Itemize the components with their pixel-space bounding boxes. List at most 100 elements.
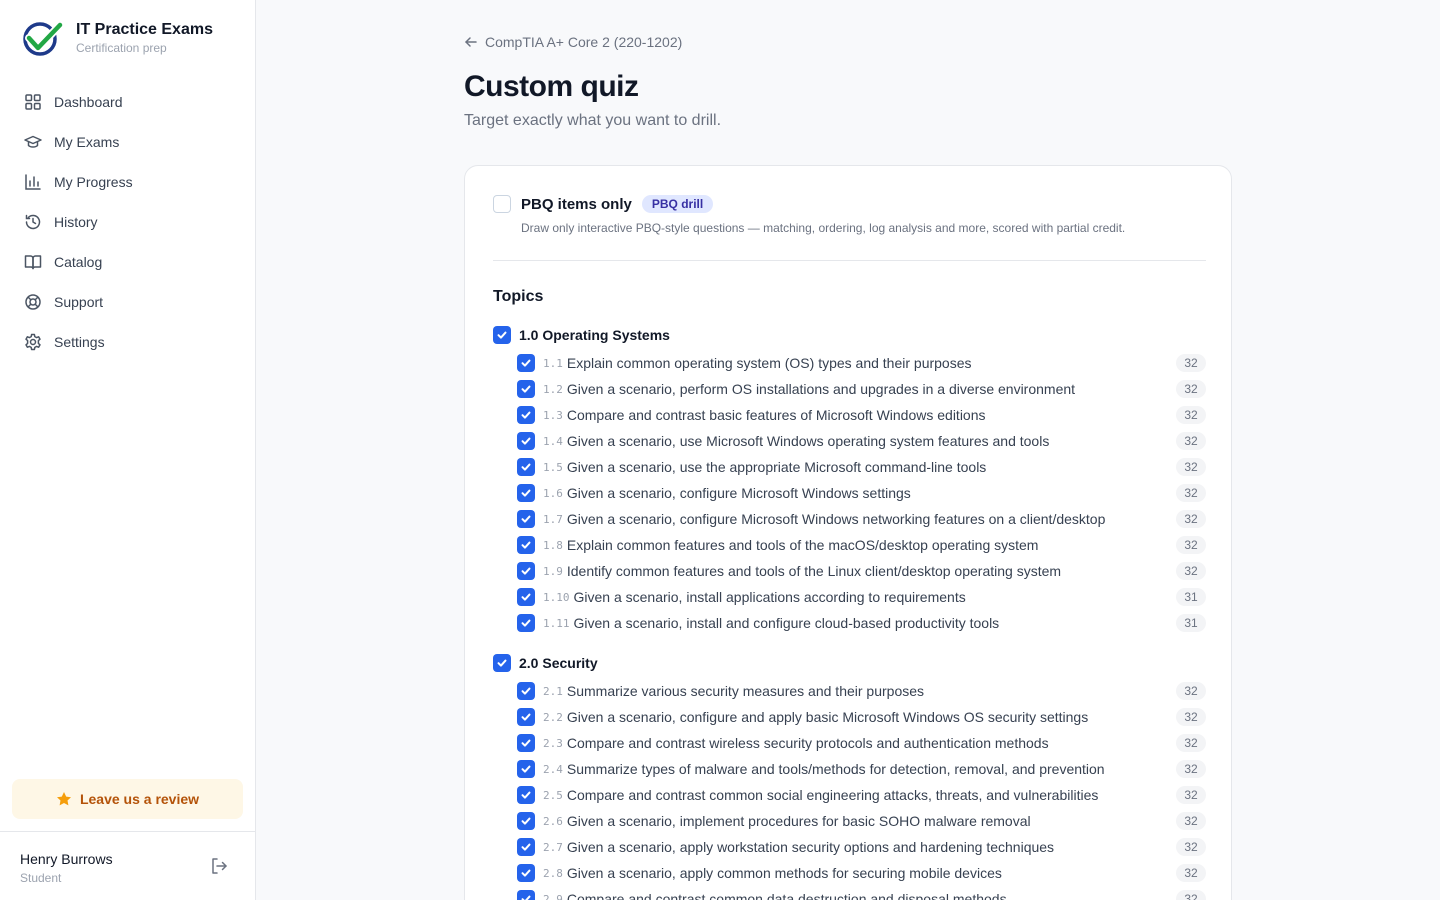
leave-review-button[interactable]: Leave us a review [12, 779, 243, 819]
nav-label: Catalog [54, 254, 103, 270]
subtopic-checkbox[interactable] [517, 458, 535, 476]
subtopic-checkbox[interactable] [517, 838, 535, 856]
subtopic-checkbox[interactable] [517, 588, 535, 606]
nav-label: Dashboard [54, 94, 123, 110]
check-icon [521, 791, 531, 799]
pbq-label: PBQ items only [521, 195, 632, 213]
subtopic-checkbox[interactable] [517, 406, 535, 424]
subtopic-checkbox[interactable] [517, 432, 535, 450]
brand-subtitle: Certification prep [76, 41, 167, 55]
question-count-badge: 32 [1176, 406, 1206, 424]
subtopic-checkbox[interactable] [517, 484, 535, 502]
subtopic-label: Compare and contrast common data destruc… [566, 891, 1007, 900]
question-count-badge: 32 [1176, 432, 1206, 450]
nav-label: Settings [54, 334, 105, 350]
nav-item-history[interactable]: History [12, 202, 244, 242]
pbq-checkbox[interactable] [493, 195, 511, 213]
subtopic-checkbox[interactable] [517, 682, 535, 700]
check-icon [521, 437, 531, 445]
check-icon [497, 659, 507, 667]
nav-item-my-progress[interactable]: My Progress [12, 162, 244, 202]
subtopic-checkbox[interactable] [517, 510, 535, 528]
subtopic-row: 2.6 Given a scenario, implement procedure… [493, 808, 1206, 834]
topic-group-checkbox[interactable] [493, 654, 511, 672]
subtopic-row: 1.2 Given a scenario, perform OS installa… [493, 376, 1206, 402]
subtopic-number: 2.5 [543, 788, 563, 802]
subtopic-row: 1.8 Explain common features and tools of … [493, 532, 1206, 558]
page-title: Custom quiz [464, 70, 639, 103]
user-name: Henry Burrows [20, 851, 113, 867]
subtopic-number: 2.4 [543, 762, 563, 776]
topic-group-checkbox[interactable] [493, 326, 511, 344]
question-count-badge: 32 [1176, 536, 1206, 554]
subtopic-number: 1.3 [543, 408, 563, 422]
brand-title: IT Practice Exams [76, 21, 213, 38]
subtopic-number: 1.8 [543, 538, 563, 552]
book-icon [24, 253, 42, 271]
gear-icon [24, 333, 42, 351]
question-count-badge: 32 [1176, 354, 1206, 372]
nav-item-my-exams[interactable]: My Exams [12, 122, 244, 162]
brand[interactable]: IT Practice Exams Certification prep [20, 20, 213, 56]
subtopic-checkbox[interactable] [517, 614, 535, 632]
subtopic-checkbox[interactable] [517, 734, 535, 752]
topics-list: 1.0 Operating Systems 1.1 Explain common o… [493, 324, 1206, 900]
question-count-badge: 32 [1176, 380, 1206, 398]
subtopic-checkbox[interactable] [517, 380, 535, 398]
check-icon [521, 687, 531, 695]
breadcrumb-back-link[interactable]: CompTIA A+ Core 2 (220-1202) [464, 34, 682, 50]
subtopic-number: 1.11 [543, 616, 570, 630]
check-icon [521, 385, 531, 393]
nav-item-settings[interactable]: Settings [12, 322, 244, 362]
topic-group-label: 1.0 Operating Systems [519, 327, 670, 343]
question-count-badge: 32 [1176, 734, 1206, 752]
user-role: Student [20, 871, 62, 885]
subtopic-number: 2.2 [543, 710, 563, 724]
subtopic-label: Compare and contrast basic features of M… [566, 407, 986, 423]
nav-label: My Progress [54, 174, 133, 190]
nav-label: Support [54, 294, 104, 310]
pbq-description: Draw only interactive PBQ-style question… [521, 221, 1126, 235]
subtopic-number: 1.9 [543, 564, 563, 578]
subtopic-label: Given a scenario, perform OS installatio… [566, 381, 1076, 397]
subtopic-checkbox[interactable] [517, 562, 535, 580]
subtopic-number: 2.9 [543, 892, 563, 900]
nav-item-catalog[interactable]: Catalog [12, 242, 244, 282]
subtopic-checkbox[interactable] [517, 864, 535, 882]
subtopic-label: Compare and contrast wireless security p… [566, 735, 1049, 751]
logout-icon[interactable] [209, 856, 229, 876]
subtopic-checkbox[interactable] [517, 354, 535, 372]
subtopic-checkbox[interactable] [517, 786, 535, 804]
check-icon [521, 515, 531, 523]
subtopic-number: 1.5 [543, 460, 563, 474]
divider [493, 260, 1206, 261]
topics-heading: Topics [493, 288, 544, 305]
subtopic-number: 1.10 [543, 590, 570, 604]
subtopic-label: Given a scenario, configure and apply ba… [566, 709, 1089, 725]
page-subtitle: Target exactly what you want to drill. [464, 112, 722, 129]
subtopic-checkbox[interactable] [517, 536, 535, 554]
subtopic-label: Given a scenario, configure Microsoft Wi… [566, 485, 911, 501]
subtopic-row: 1.5 Given a scenario, use the appropriate… [493, 454, 1206, 480]
check-icon [521, 765, 531, 773]
subtopic-number: 2.3 [543, 736, 563, 750]
subtopic-row: 1.6 Given a scenario, configure Microsoft… [493, 480, 1206, 506]
nav-item-support[interactable]: Support [12, 282, 244, 322]
subtopic-row: 1.10 Given a scenario, install applicatio… [493, 584, 1206, 610]
topic-group: 1.0 Operating Systems 1.1 Explain common o… [493, 324, 1206, 636]
subtopic-checkbox[interactable] [517, 890, 535, 900]
subtopic-checkbox[interactable] [517, 708, 535, 726]
subtopic-row: 2.9 Compare and contrast common data dest… [493, 886, 1206, 900]
nav-item-dashboard[interactable]: Dashboard [12, 82, 244, 122]
subtopic-label: Given a scenario, use Microsoft Windows … [566, 433, 1050, 449]
subtopic-label: Summarize types of malware and tools/met… [566, 761, 1105, 777]
subtopic-row: 2.1 Summarize various security measures a… [493, 678, 1206, 704]
topic-group-label: 2.0 Security [519, 655, 598, 671]
subtopic-label: Compare and contrast common social engin… [566, 787, 1099, 803]
subtopic-checkbox[interactable] [517, 812, 535, 830]
question-count-badge: 31 [1176, 588, 1206, 606]
pbq-badge: PBQ drill [641, 195, 714, 213]
subtopic-row: 2.3 Compare and contrast wireless securit… [493, 730, 1206, 756]
subtopic-row: 1.7 Given a scenario, configure Microsoft… [493, 506, 1206, 532]
subtopic-checkbox[interactable] [517, 760, 535, 778]
